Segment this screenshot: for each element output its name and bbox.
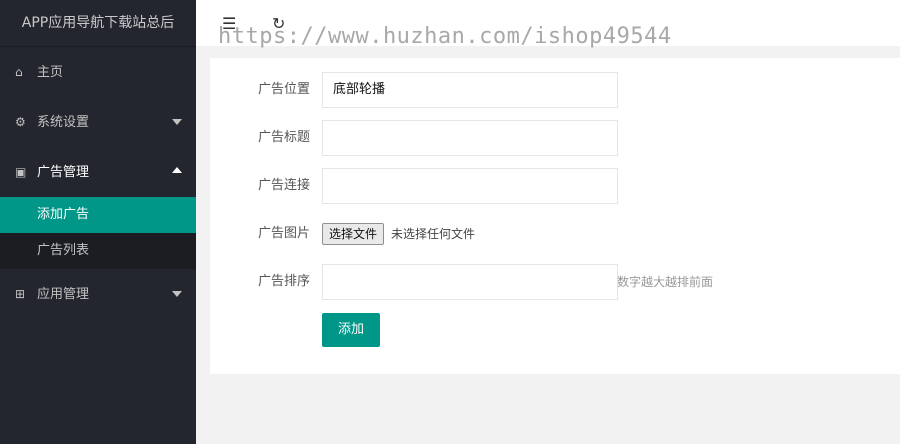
add-button[interactable]: 添加 [322,313,380,347]
chevron-down-icon [172,291,182,297]
position-select[interactable]: 底部轮播 [322,72,618,108]
form-row-image: 广告图片 选择文件 未选择任何文件 [210,216,900,252]
home-icon: ⌂ [15,65,23,79]
watermark: https://www.huzhan.com/ishop49544 [218,24,672,49]
title-input[interactable] [322,120,618,156]
link-label: 广告连接 [257,178,310,193]
sidebar-item-label: 应用管理 [37,287,90,302]
sort-input[interactable] [322,264,618,300]
form-row-link: 广告连接 [210,168,900,204]
title-label: 广告标题 [257,130,310,145]
sidebar-item-ad-list[interactable]: 广告列表 [0,233,196,269]
image-label: 广告图片 [257,226,310,241]
sidebar-item-add-ad[interactable]: 添加广告 [0,197,196,233]
sidebar-item-system-settings[interactable]: ⚙ 系统设置 [0,97,196,147]
app-title: APP应用导航下载站总后 [0,0,196,47]
sidebar-item-app-management[interactable]: ⊞ 应用管理 [0,269,196,319]
image-icon: ▣ [15,165,27,179]
sidebar: APP应用导航下载站总后 ⌂ 主页 ⚙ 系统设置 ▣ 广告管理 添加广告 广告列表 ⊞… [0,0,196,444]
ad-form-panel: 广告位置 底部轮播 广告标题 广告连接 广告图片 选择文件 未选择任何文件 广告… [210,58,900,374]
gear-icon: ⚙ [15,115,26,129]
choose-file-button[interactable]: 选择文件 [322,223,385,245]
apps-grid-icon: ⊞ [15,287,26,301]
sidebar-item-label: 广告管理 [37,165,90,180]
ad-submenu: 添加广告 广告列表 [0,197,196,269]
form-row-position: 广告位置 底部轮播 [210,72,900,108]
link-input[interactable] [322,168,618,204]
sort-label: 广告排序 [257,274,310,289]
sidebar-item-label: 主页 [37,65,64,80]
sort-tip: 数字越大越排前面 [617,275,714,289]
sidebar-item-home[interactable]: ⌂ 主页 [0,47,196,97]
chevron-down-icon [172,119,182,125]
file-status-text: 未选择任何文件 [391,227,476,241]
form-row-sort: 广告排序 数字越大越排前面 [210,264,900,300]
sidebar-item-label: 系统设置 [37,115,90,130]
chevron-up-icon [172,167,182,173]
position-label: 广告位置 [257,82,310,97]
sidebar-item-ad-management[interactable]: ▣ 广告管理 [0,147,196,197]
form-row-title: 广告标题 [210,120,900,156]
